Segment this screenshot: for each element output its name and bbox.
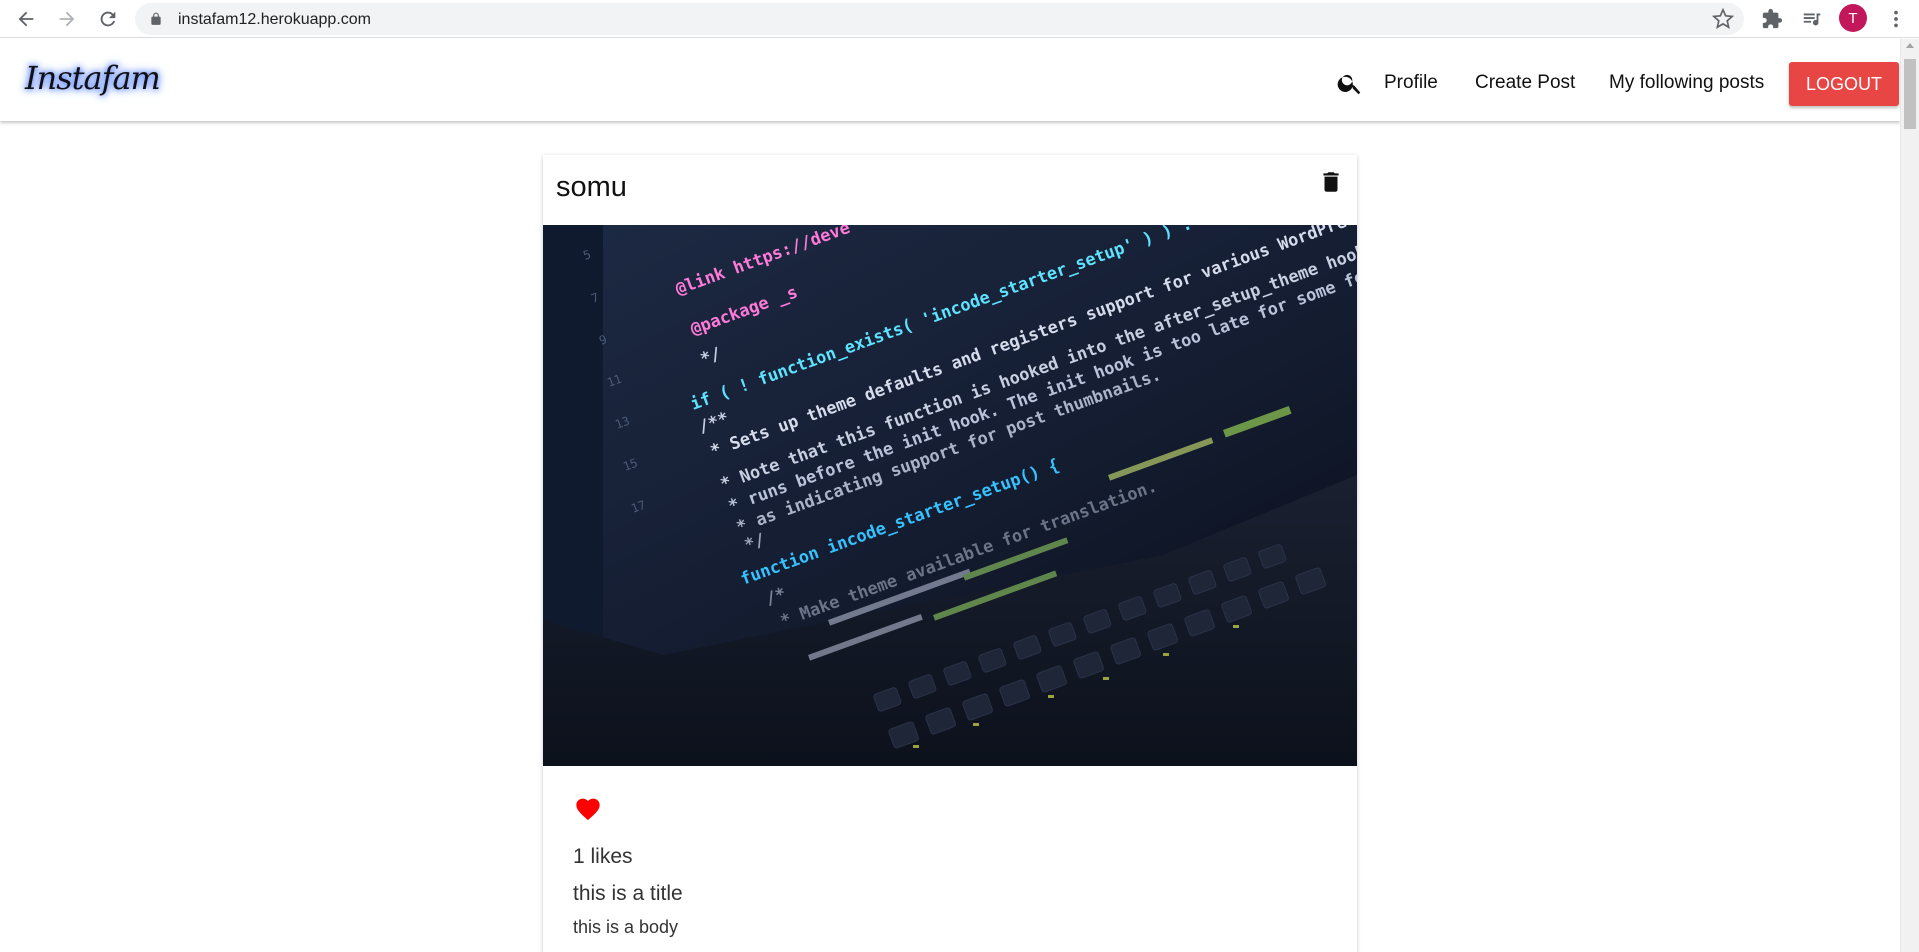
code-on-laptop-photo: 5 7 9 11 13 15 17 @link https://deve @pa… <box>543 225 1357 766</box>
bookmark-star-icon[interactable] <box>1712 8 1734 30</box>
extensions-button[interactable] <box>1759 6 1785 32</box>
browser-menu-button[interactable] <box>1883 6 1909 32</box>
page-scrollbar[interactable] <box>1900 39 1919 952</box>
reload-button[interactable] <box>94 5 122 33</box>
post-body: this is a body <box>573 917 679 937</box>
nav-following-posts-link[interactable]: My following posts <box>1609 72 1764 94</box>
reload-icon <box>100 11 116 27</box>
profile-avatar[interactable]: T <box>1839 4 1867 32</box>
page-viewport: Instafam Profile Create Post My followin… <box>0 39 1900 952</box>
address-bar[interactable]: instafam12.herokuapp.com <box>135 3 1744 35</box>
more-vert-icon <box>1894 10 1898 28</box>
arrow-left-icon <box>18 11 34 27</box>
url-text[interactable]: instafam12.herokuapp.com <box>178 11 371 29</box>
post-author[interactable]: somu <box>556 171 627 204</box>
logout-button[interactable]: LOGOUT <box>1789 62 1899 106</box>
nav-profile-link[interactable]: Profile <box>1384 72 1438 94</box>
delete-icon[interactable] <box>1318 168 1344 196</box>
back-button[interactable] <box>12 5 40 33</box>
brand-logo[interactable]: Instafam <box>25 59 161 97</box>
scroll-up-arrow-icon[interactable] <box>1906 43 1914 48</box>
post-image: 5 7 9 11 13 15 17 @link https://deve @pa… <box>543 225 1357 766</box>
puzzle-icon <box>1762 8 1783 29</box>
browser-toolbar: instafam12.herokuapp.com T <box>0 0 1919 38</box>
playlist-music-icon <box>1803 13 1821 26</box>
forward-button[interactable] <box>53 5 81 33</box>
post-title: this is a title <box>573 882 683 905</box>
lock-icon <box>151 12 161 25</box>
app-navbar: Instafam Profile Create Post My followin… <box>0 39 1900 121</box>
media-control-button[interactable] <box>1799 6 1825 32</box>
heart-icon[interactable] <box>574 795 602 821</box>
nav-create-post-link[interactable]: Create Post <box>1475 72 1575 94</box>
post-card: somu 5 7 9 11 13 15 17 @link https://dev… <box>543 155 1357 952</box>
search-icon[interactable] <box>1336 69 1364 97</box>
scroll-thumb[interactable] <box>1904 59 1916 129</box>
likes-count: 1 likes <box>573 845 633 868</box>
arrow-right-icon <box>59 11 75 27</box>
